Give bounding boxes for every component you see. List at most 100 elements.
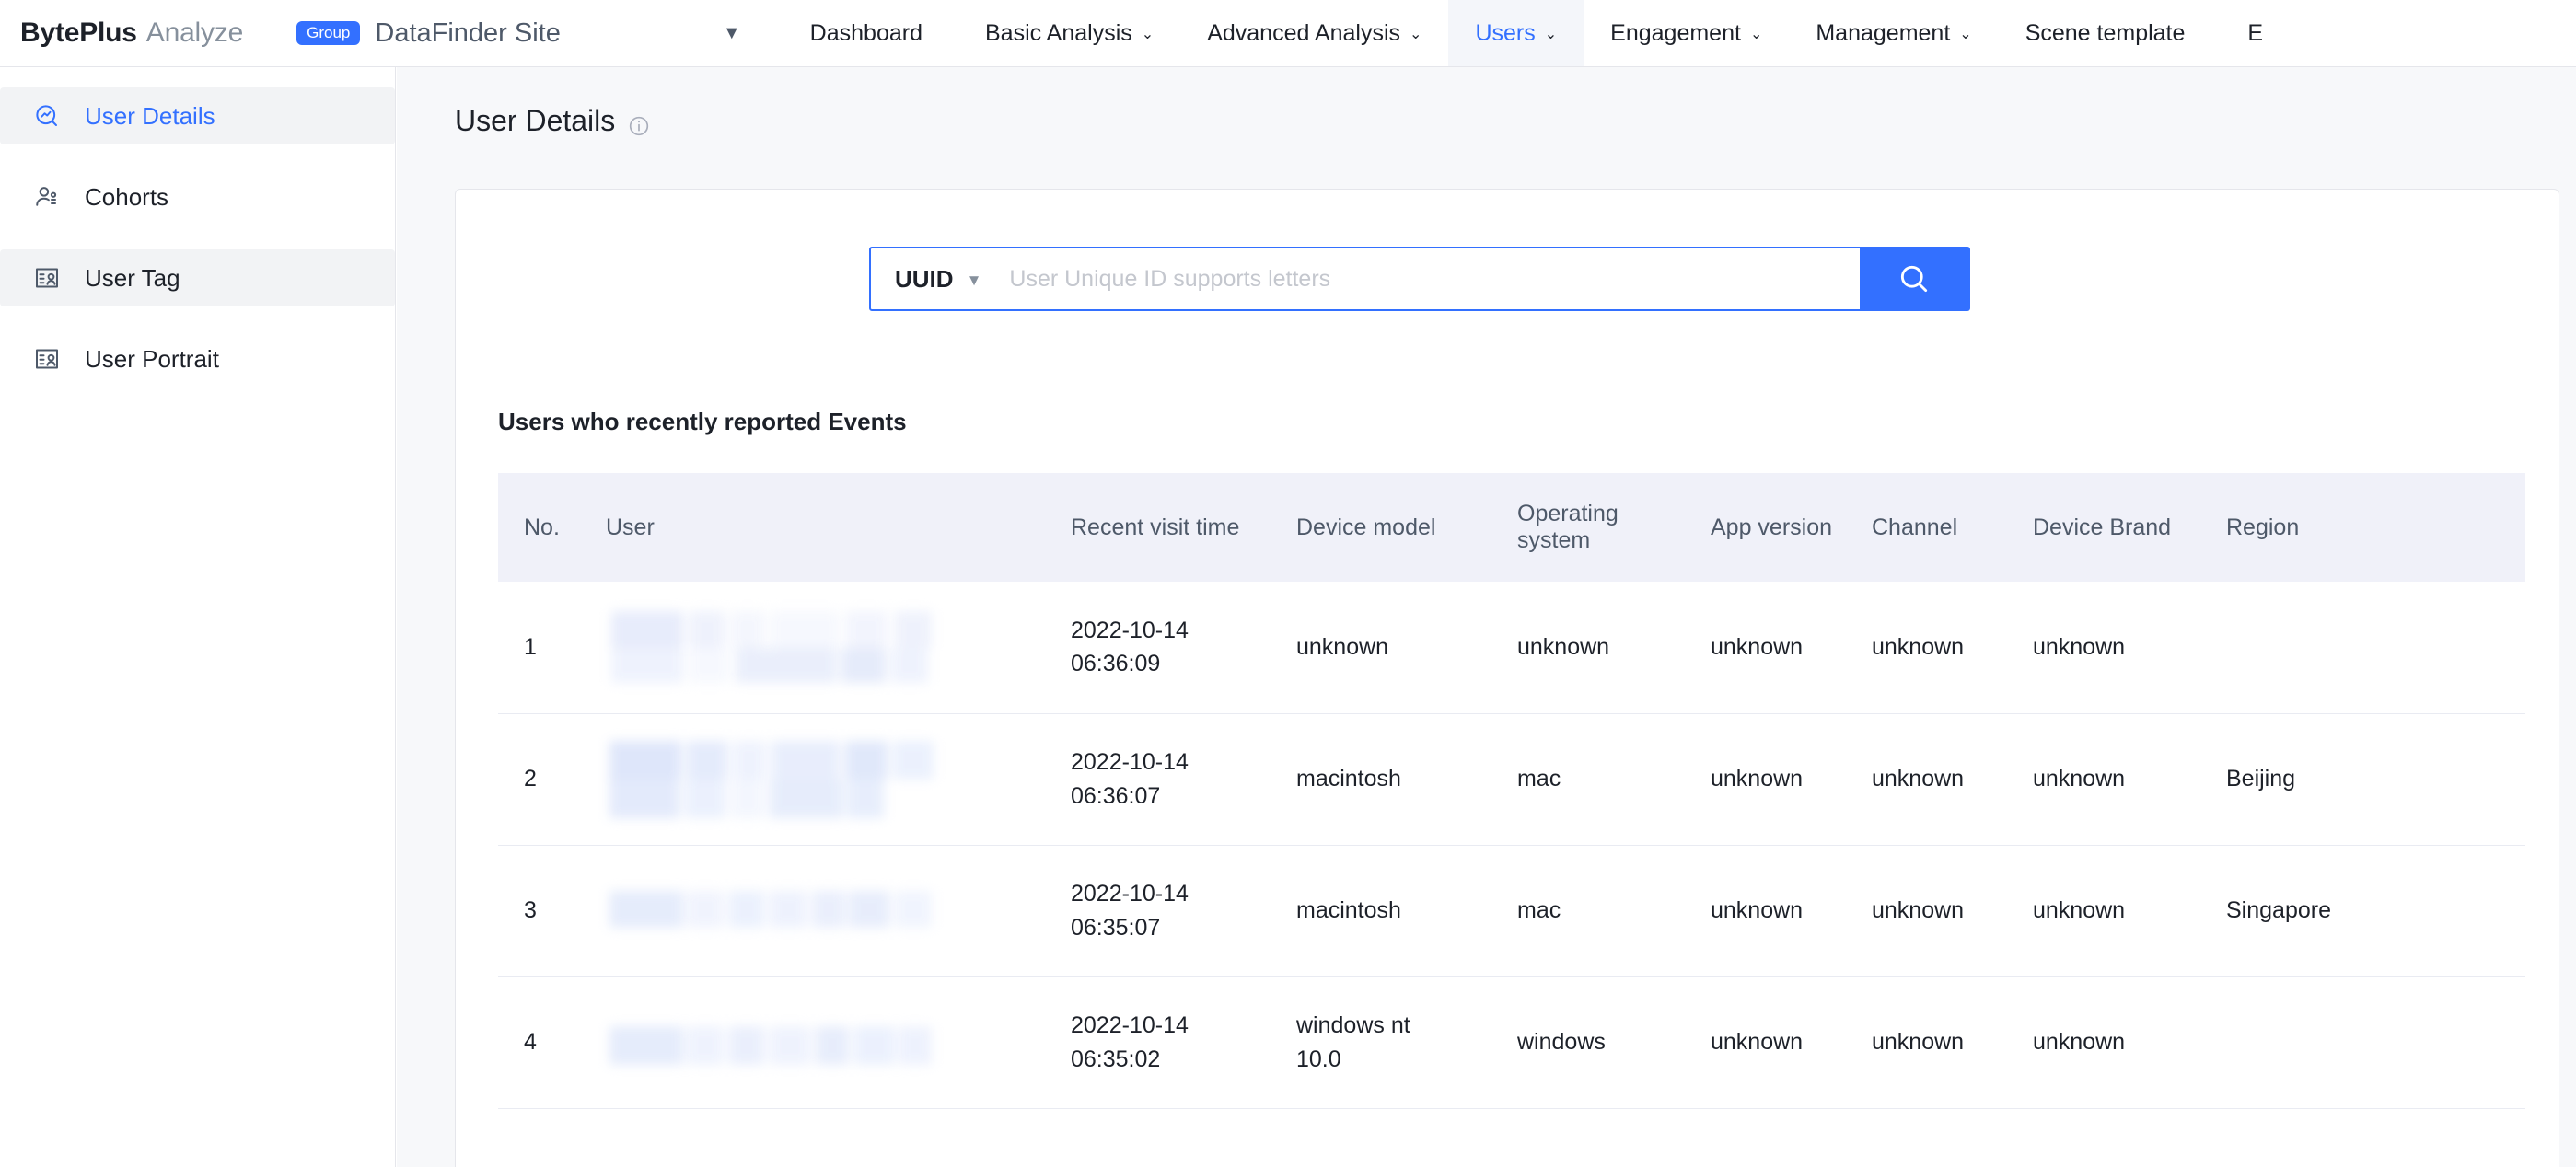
primary-nav: Dashboard Basic Analysis ⌄ Advanced Anal…: [783, 0, 2290, 66]
nav-item-label: Management: [1816, 19, 1951, 46]
project-name: DataFinder Site: [375, 17, 561, 48]
sidebar-item-cohorts[interactable]: Cohorts: [0, 168, 395, 225]
table-row[interactable]: 2 2022-10-14 06:36:07 macintosh mac unkn…: [498, 713, 2525, 846]
column-header-no[interactable]: No.: [498, 473, 586, 582]
chevron-down-icon: ⌄: [1141, 27, 1155, 42]
chevron-down-icon: ⌄: [1410, 27, 1422, 42]
nav-item-management[interactable]: Management ⌄: [1789, 0, 1998, 66]
sidebar-item-label: User Portrait: [85, 344, 219, 373]
table-body: 1 2022-10-14 06:36:09 unknown unknown un…: [498, 582, 2525, 1109]
column-header-operating-system[interactable]: Operating system: [1497, 473, 1690, 582]
cell-region: Beijing: [2206, 713, 2525, 846]
table-row[interactable]: 4 2022-10-14 06:35:02 windows nt 10.0 wi…: [498, 976, 2525, 1109]
nav-item-scene-template[interactable]: Scene template: [1999, 0, 2222, 66]
cell-device-model: unknown: [1276, 582, 1497, 714]
sidebar-item-user-portrait[interactable]: User Portrait: [0, 330, 395, 387]
column-header-app-version[interactable]: App version: [1690, 473, 1851, 582]
cell-user-redacted: [586, 582, 1050, 714]
top-navigation-bar: BytePlus Analyze Group DataFinder Site ▼…: [0, 0, 2576, 67]
cell-region: Singapore: [2206, 845, 2525, 977]
page-title-text: User Details: [455, 104, 616, 137]
redacted-user-id: [602, 999, 966, 1086]
sidebar-item-label: User Details: [85, 101, 215, 130]
table-row[interactable]: 1 2022-10-14 06:36:09 unknown unknown un…: [498, 582, 2525, 714]
chevron-down-icon: ⌄: [1544, 27, 1558, 42]
cell-device-brand: unknown: [2013, 976, 2206, 1109]
user-details-card: UUID ▼ Users who recently reported Event…: [455, 189, 2559, 1167]
cell-region: [2206, 582, 2525, 714]
table-header: No. User Recent visit time Device model …: [498, 473, 2525, 582]
column-header-user[interactable]: User: [586, 473, 1050, 582]
cell-channel: unknown: [1851, 976, 2013, 1109]
nav-item-basic-analysis[interactable]: Basic Analysis ⌄: [958, 0, 1180, 66]
nav-item-users[interactable]: Users ⌄: [1448, 0, 1584, 66]
cell-channel: unknown: [1851, 845, 2013, 977]
column-header-device-brand[interactable]: Device Brand: [2013, 473, 2206, 582]
sidebar-item-user-details[interactable]: User Details: [0, 87, 395, 144]
nav-item-dashboard[interactable]: Dashboard: [783, 0, 958, 66]
cell-device-brand: unknown: [2013, 582, 2206, 714]
search-button[interactable]: [1860, 248, 1968, 309]
nav-item-advanced-analysis[interactable]: Advanced Analysis ⌄: [1180, 0, 1448, 66]
chevron-down-icon[interactable]: ▼: [723, 24, 741, 42]
redacted-user-id: [602, 735, 966, 823]
column-header-recent-visit-time[interactable]: Recent visit time: [1050, 473, 1276, 582]
chevron-down-icon: ▼: [966, 272, 982, 289]
redacted-user-id: [602, 604, 966, 691]
user-card-icon: [33, 345, 61, 373]
cell-user-redacted: [586, 713, 1050, 846]
cell-device-brand: unknown: [2013, 713, 2206, 846]
user-card-icon: [33, 264, 61, 292]
search-icon: [1897, 261, 1932, 296]
cell-operating-system: unknown: [1497, 582, 1690, 714]
cell-user-redacted: [586, 976, 1050, 1109]
users-group-icon: [33, 183, 61, 211]
nav-item-label: E: [2247, 19, 2264, 46]
analysis-target-icon: [33, 102, 61, 130]
cell-app-version: unknown: [1690, 713, 1851, 846]
table-row[interactable]: 3 2022-10-14 06:35:07 macintosh mac unkn…: [498, 845, 2525, 977]
nav-item-label: Users: [1475, 19, 1536, 46]
sidebar-item-user-tag[interactable]: User Tag: [0, 249, 395, 306]
cell-no: 3: [498, 845, 586, 977]
column-header-channel[interactable]: Channel: [1851, 473, 2013, 582]
column-header-region[interactable]: Region: [2206, 473, 2525, 582]
cell-device-model: macintosh: [1276, 713, 1497, 846]
search-type-label: UUID: [895, 264, 954, 293]
nav-item-truncated[interactable]: E: [2221, 0, 2290, 66]
brand-logo[interactable]: BytePlus Analyze: [0, 0, 243, 66]
nav-item-label: Dashboard: [809, 19, 922, 46]
cell-app-version: unknown: [1690, 582, 1851, 714]
table-title: Users who recently reported Events: [498, 408, 907, 435]
search-input[interactable]: [1002, 248, 1860, 309]
recent-users-table: No. User Recent visit time Device model …: [498, 473, 2525, 1109]
brand-name-secondary: Analyze: [145, 17, 244, 48]
nav-item-label: Basic Analysis: [984, 19, 1132, 46]
group-badge: Group: [296, 21, 361, 45]
chevron-down-icon: ⌄: [1749, 27, 1763, 42]
project-selector[interactable]: Group DataFinder Site ▼: [296, 0, 741, 66]
chevron-down-icon: ⌄: [1959, 27, 1972, 42]
cell-channel: unknown: [1851, 582, 2013, 714]
cell-no: 2: [498, 713, 586, 846]
cell-device-model: windows nt 10.0: [1276, 976, 1497, 1109]
cell-app-version: unknown: [1690, 976, 1851, 1109]
brand-name-primary: BytePlus: [20, 17, 137, 48]
cell-recent-visit-time: 2022-10-14 06:36:09: [1050, 582, 1276, 714]
cell-device-model: macintosh: [1276, 845, 1497, 977]
cell-device-brand: unknown: [2013, 845, 2206, 977]
cell-no: 4: [498, 976, 586, 1109]
cell-channel: unknown: [1851, 713, 2013, 846]
cell-recent-visit-time: 2022-10-14 06:35:07: [1050, 845, 1276, 977]
sidebar-item-label: Cohorts: [85, 182, 169, 211]
nav-item-label: Advanced Analysis: [1207, 19, 1401, 46]
nav-item-label: Scene template: [2025, 19, 2186, 46]
main-content: User Details UUID ▼ User Unique ID suppo…: [397, 67, 2576, 1167]
page-title: User Details: [397, 67, 2576, 138]
sidebar-item-label: User Tag: [85, 263, 180, 292]
nav-item-engagement[interactable]: Engagement ⌄: [1584, 0, 1789, 66]
column-header-device-model[interactable]: Device model: [1276, 473, 1497, 582]
search-type-dropdown[interactable]: UUID ▼: [871, 248, 1002, 309]
info-circle-icon[interactable]: [628, 110, 650, 135]
cell-app-version: unknown: [1690, 845, 1851, 977]
